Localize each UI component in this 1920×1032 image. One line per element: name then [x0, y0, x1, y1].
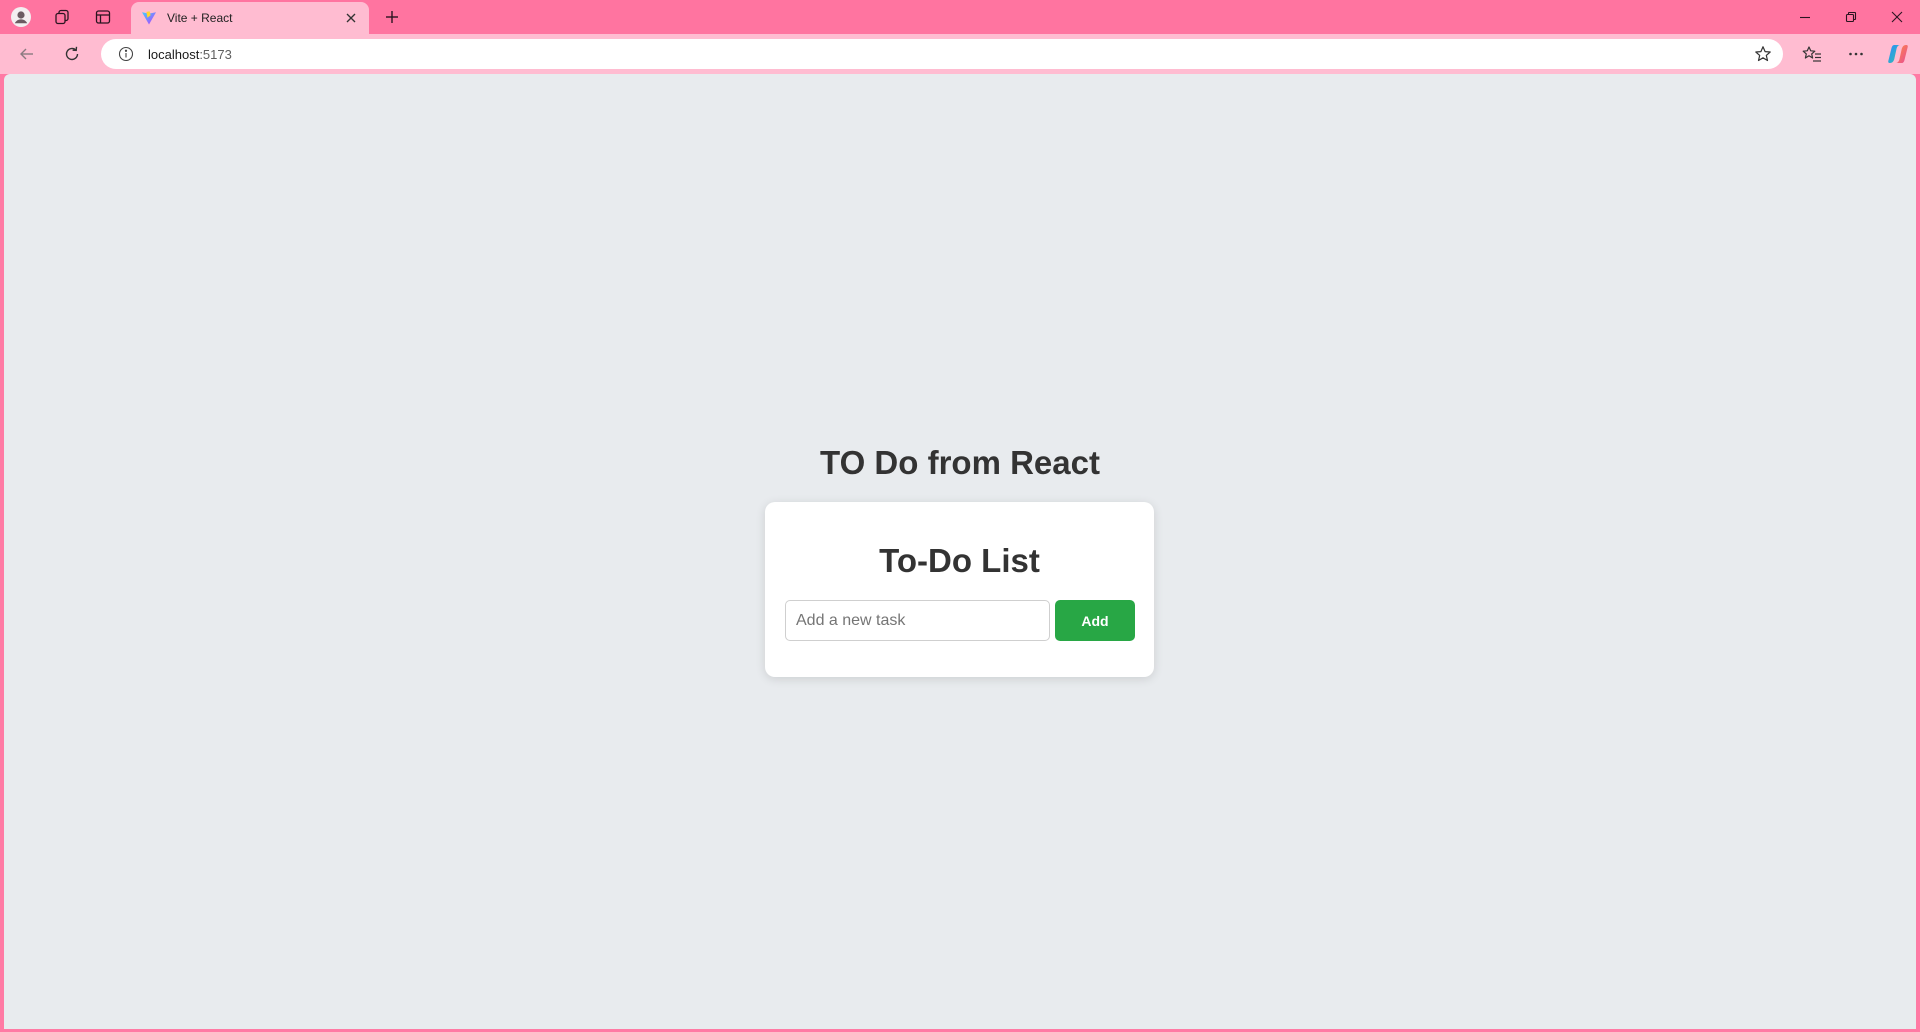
browser-tab[interactable]: Vite + React: [131, 2, 369, 34]
todo-card: To-Do List Add: [765, 502, 1154, 677]
page-viewport: TO Do from React To-Do List Add: [4, 74, 1916, 1029]
todo-list-title: To-Do List: [879, 542, 1040, 579]
workspaces-icon[interactable]: [45, 4, 79, 30]
more-icon[interactable]: [1839, 38, 1873, 70]
add-task-button[interactable]: Add: [1055, 600, 1135, 641]
tab-title: Vite + React: [167, 11, 233, 25]
new-task-input[interactable]: [785, 600, 1050, 641]
copilot-icon[interactable]: [1881, 38, 1915, 70]
page-title: TO Do from React: [820, 444, 1100, 481]
profile-icon[interactable]: [4, 4, 38, 30]
close-window-icon[interactable]: [1874, 0, 1920, 34]
title-bar: Vite + React: [0, 0, 1920, 34]
close-icon[interactable]: [339, 6, 363, 30]
url-port: :5173: [199, 46, 232, 62]
tab-actions-icon[interactable]: [86, 4, 120, 30]
restore-icon[interactable]: [1828, 0, 1874, 34]
info-icon[interactable]: [117, 45, 135, 63]
star-icon[interactable]: [1753, 44, 1773, 64]
back-arrow-icon[interactable]: [10, 38, 44, 70]
browser-toolbar: localhost:5173: [0, 34, 1920, 74]
plus-icon[interactable]: [376, 4, 408, 30]
url-host: localhost: [148, 46, 200, 62]
url-text[interactable]: localhost:5173: [148, 47, 232, 62]
vite-favicon-icon: [141, 10, 157, 26]
refresh-icon[interactable]: [55, 38, 89, 70]
favorites-icon[interactable]: [1795, 38, 1829, 70]
address-bar[interactable]: localhost:5173: [101, 39, 1783, 69]
minimize-icon[interactable]: [1782, 0, 1828, 34]
